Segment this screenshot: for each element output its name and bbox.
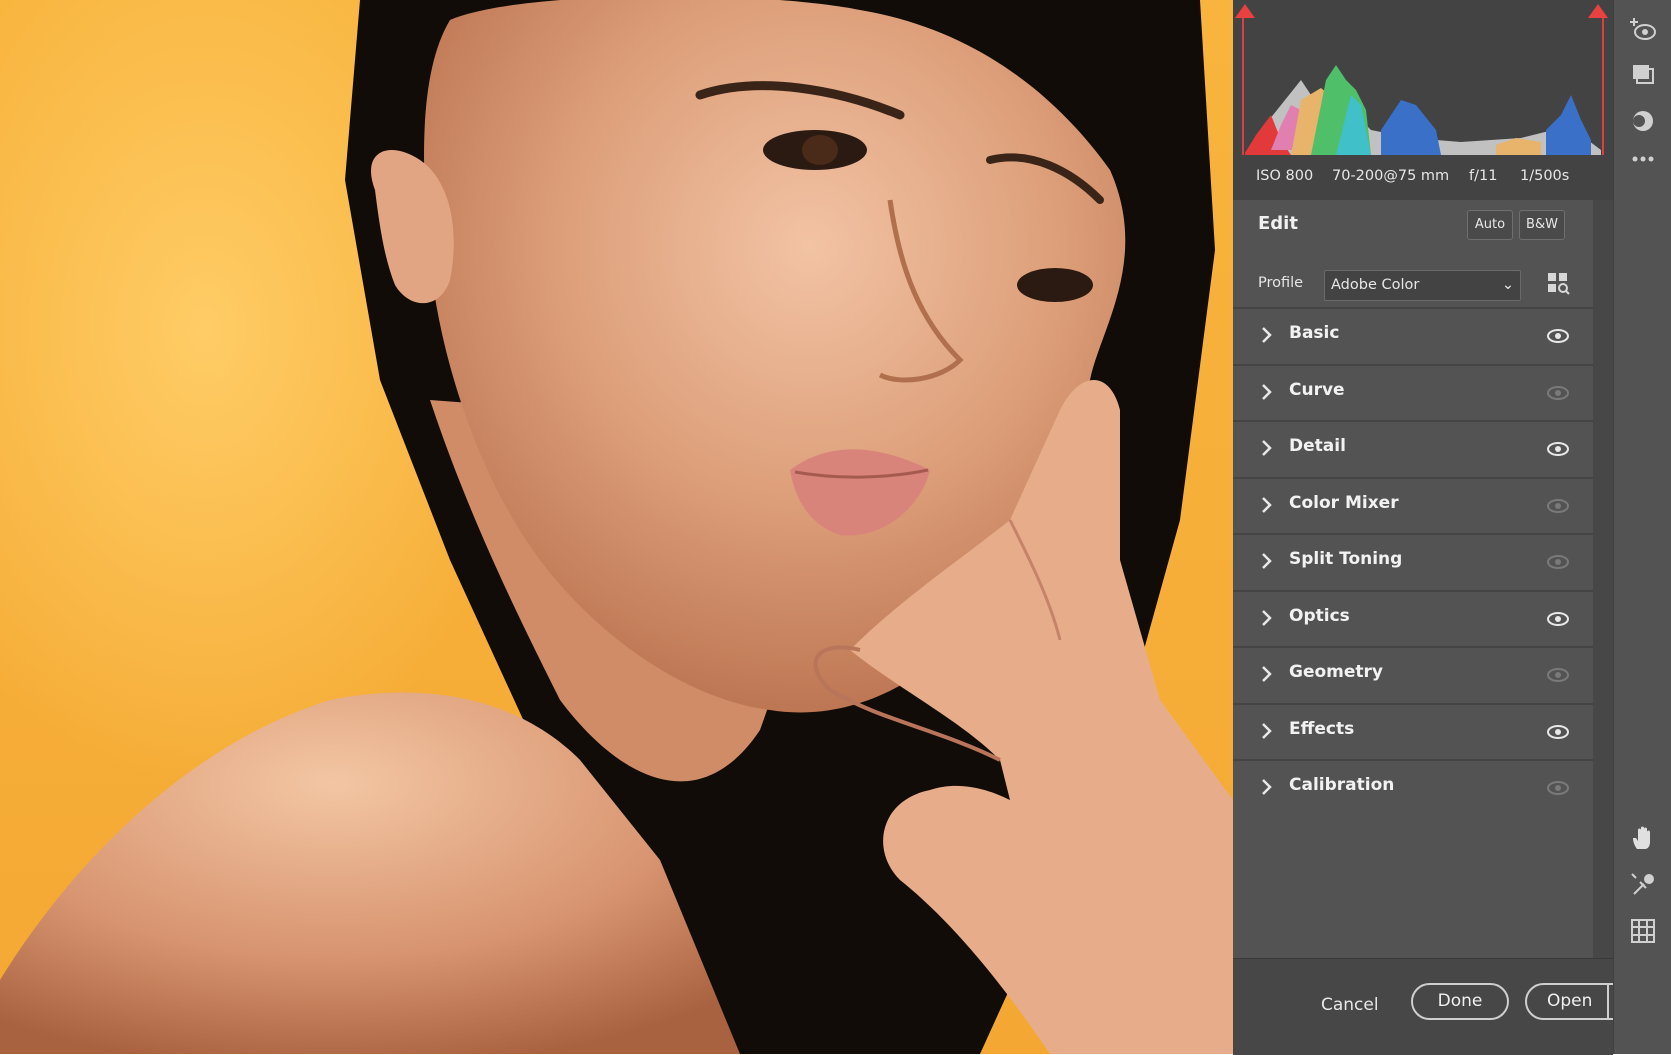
chevron-right-icon [1262,497,1272,513]
exif-info: ISO 800 70-200@75 mm f/11 1/500s [1233,166,1613,190]
section-color-mixer[interactable]: Color Mixer [1233,477,1593,534]
visibility-eye-icon[interactable] [1546,441,1570,457]
section-label: Split Toning [1289,549,1403,569]
action-bar: Cancel Done Open ⌄ [1233,958,1639,1055]
section-effects[interactable]: Effects [1233,703,1593,760]
section-label: Color Mixer [1289,493,1399,513]
portrait-image [0,0,1233,1054]
section-label: Optics [1289,606,1350,626]
panel-title: Edit [1258,213,1298,234]
histogram-plot [1242,18,1604,155]
grid-overlay-icon[interactable] [1630,918,1656,944]
section-label: Basic [1289,323,1340,343]
section-basic[interactable]: Basic [1233,307,1593,364]
chevron-right-icon [1262,666,1272,682]
profile-selected-value: Adobe Color [1331,277,1420,293]
chevron-right-icon [1262,440,1272,456]
presets-icon[interactable] [1630,62,1656,88]
profile-browser-icon[interactable] [1545,270,1571,296]
visibility-eye-icon[interactable] [1546,498,1570,514]
masking-icon[interactable] [1630,108,1656,134]
iso-value: ISO 800 [1256,168,1314,184]
visibility-eye-icon[interactable] [1546,611,1570,627]
aperture-value: f/11 [1469,168,1498,184]
lens-value: 70-200@75 mm [1332,168,1450,184]
chevron-right-icon [1262,610,1272,626]
section-label: Calibration [1289,775,1395,795]
section-calibration[interactable]: Calibration [1233,759,1593,816]
more-icon[interactable] [1630,146,1656,172]
section-label: Effects [1289,719,1355,739]
visibility-eye-icon[interactable] [1546,554,1570,570]
visibility-eye-icon[interactable] [1546,385,1570,401]
section-optics[interactable]: Optics [1233,590,1593,647]
chevron-right-icon [1262,723,1272,739]
section-label: Geometry [1289,662,1383,682]
edit-panel: ISO 800 70-200@75 mm f/11 1/500s Edit Au… [1233,0,1639,1055]
chevron-right-icon [1262,384,1272,400]
profile-row: Profile Adobe Color ⌄ [1233,253,1593,307]
auto-button[interactable]: Auto [1467,210,1513,240]
chevron-right-icon [1262,553,1272,569]
eyedropper-icon[interactable] [1630,872,1656,898]
tool-strip [1613,0,1671,1054]
profile-label: Profile [1258,275,1304,291]
bw-button[interactable]: B&W [1519,210,1565,240]
section-geometry[interactable]: Geometry [1233,646,1593,703]
profile-dropdown[interactable]: Adobe Color ⌄ [1324,270,1521,301]
done-button[interactable]: Done [1411,983,1509,1020]
section-split-toning[interactable]: Split Toning [1233,533,1593,590]
section-label: Detail [1289,436,1346,456]
visibility-eye-icon[interactable] [1546,780,1570,796]
histogram[interactable]: ISO 800 70-200@75 mm f/11 1/500s [1233,0,1613,200]
visibility-eye-icon[interactable] [1546,667,1570,683]
section-label: Curve [1289,380,1345,400]
edit-header: Edit Auto B&W [1233,200,1593,250]
chevron-right-icon [1262,779,1272,795]
section-detail[interactable]: Detail [1233,420,1593,477]
panel-scrollbar[interactable] [1593,200,1613,960]
visibility-eye-icon[interactable] [1546,724,1570,740]
section-curve[interactable]: Curve [1233,364,1593,421]
shutter-value: 1/500s [1520,168,1570,184]
open-button-label: Open [1547,991,1593,1011]
cancel-button[interactable]: Cancel [1321,995,1379,1015]
chevron-right-icon [1262,327,1272,343]
visibility-eye-icon[interactable] [1546,328,1570,344]
photo-canvas[interactable] [0,0,1233,1054]
edit-eye-icon[interactable] [1630,16,1656,42]
chevron-down-icon: ⌄ [1501,277,1514,293]
hand-icon[interactable] [1630,825,1656,851]
